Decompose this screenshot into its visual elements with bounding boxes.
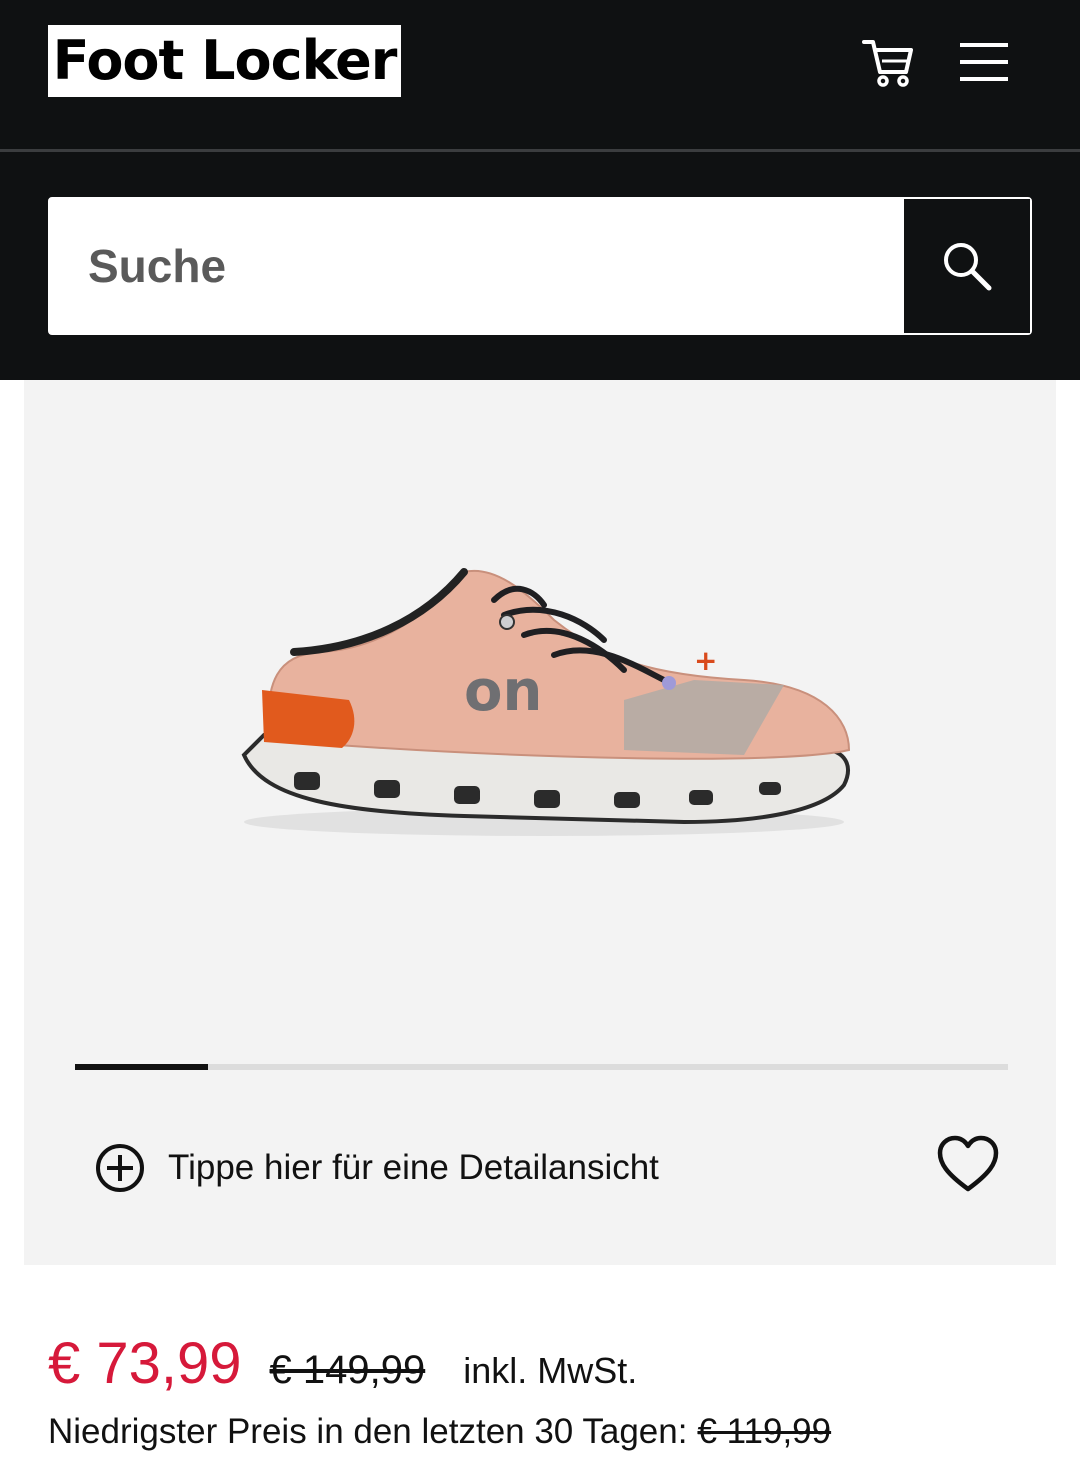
cart-icon[interactable] xyxy=(860,34,916,90)
gallery-progress-bar xyxy=(75,1064,1008,1070)
logo-text: Foot Locker xyxy=(52,29,398,92)
current-price: € 73,99 xyxy=(48,1331,242,1396)
search-icon xyxy=(944,243,992,291)
tax-note: inkl. MwSt. xyxy=(463,1350,638,1391)
header-divider xyxy=(0,149,1080,152)
site-header: Foot Locker xyxy=(0,0,1080,380)
plus-circle-icon xyxy=(96,1144,144,1192)
lowest-price-value: € 119,99 xyxy=(697,1412,832,1451)
price-row: € 73,99 € 149,99 inkl. MwSt. xyxy=(48,1330,637,1400)
hamburger-menu-icon[interactable] xyxy=(958,40,1010,84)
search-button[interactable] xyxy=(904,199,1030,333)
lowest-price-note: Niedrigster Preis in den letzten 30 Tage… xyxy=(48,1412,831,1452)
svg-text:on: on xyxy=(464,659,542,724)
detail-view-label: Tippe hier für eine Detailansicht xyxy=(168,1148,659,1187)
foot-locker-logo[interactable]: Foot Locker xyxy=(48,25,401,97)
heart-icon[interactable] xyxy=(936,1135,1000,1193)
original-price: € 149,99 xyxy=(269,1348,426,1392)
search-bar xyxy=(48,197,1032,335)
svg-text:+: + xyxy=(694,644,717,677)
detail-view-link[interactable]: Tippe hier für eine Detailansicht xyxy=(94,1140,659,1196)
product-image[interactable]: on + xyxy=(224,560,874,860)
lowest-price-label: Niedrigster Preis in den letzten 30 Tage… xyxy=(48,1412,688,1451)
gallery-progress-fill xyxy=(75,1064,209,1070)
search-input[interactable] xyxy=(50,199,904,333)
product-image-gallery[interactable]: on + Tippe hier für eine Detailansicht xyxy=(24,380,1056,1265)
